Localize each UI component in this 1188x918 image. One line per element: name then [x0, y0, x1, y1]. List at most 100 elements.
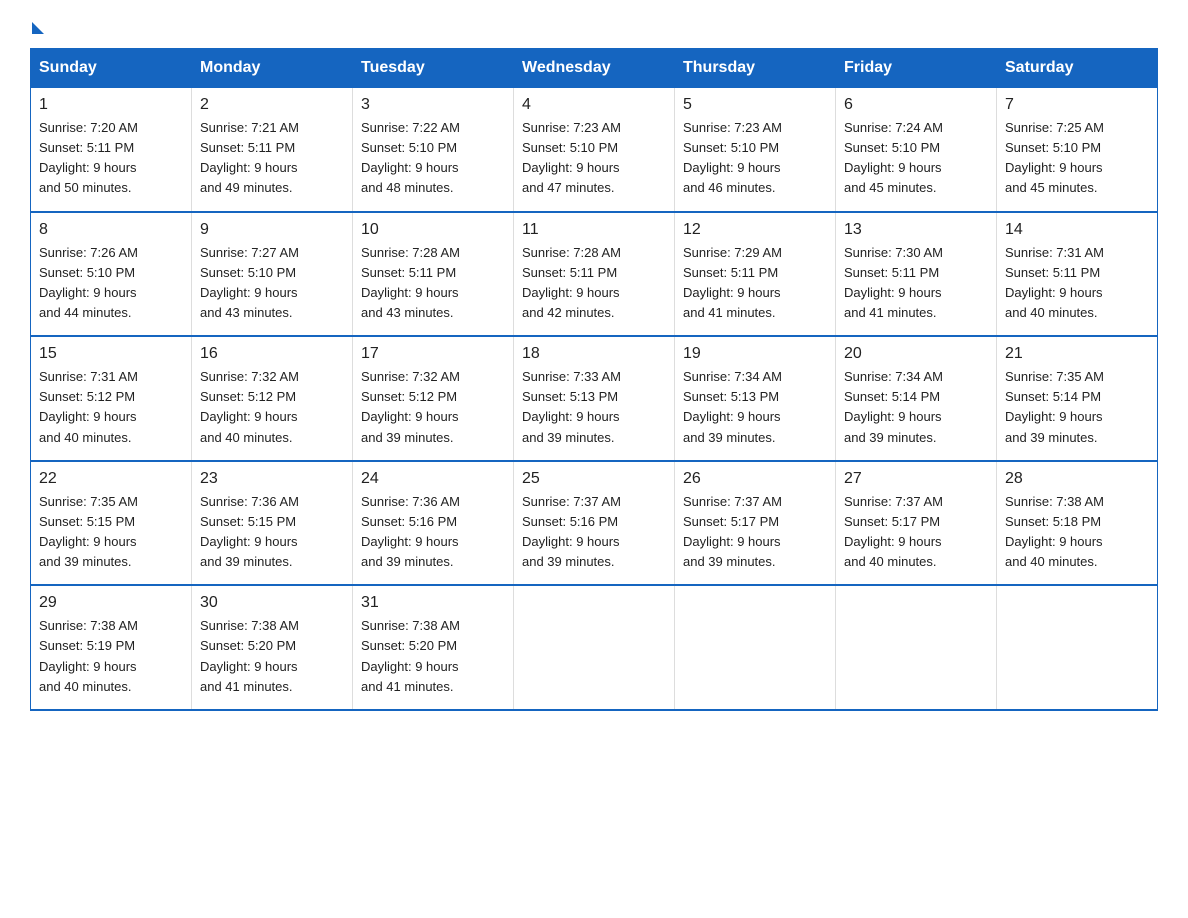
day-number: 7: [1005, 96, 1149, 114]
day-info: Sunrise: 7:23 AMSunset: 5:10 PMDaylight:…: [522, 118, 666, 199]
day-info: Sunrise: 7:22 AMSunset: 5:10 PMDaylight:…: [361, 118, 505, 199]
day-number: 17: [361, 345, 505, 363]
day-number: 26: [683, 470, 827, 488]
day-info: Sunrise: 7:32 AMSunset: 5:12 PMDaylight:…: [361, 367, 505, 448]
week-row-2: 8 Sunrise: 7:26 AMSunset: 5:10 PMDaylight…: [31, 212, 1158, 337]
day-cell: 7Sunrise: 7:25 AMSunset: 5:10 PMDaylight…: [997, 88, 1158, 212]
header-cell-saturday: Saturday: [997, 49, 1158, 88]
day-info: Sunrise: 7:28 AMSunset: 5:11 PMDaylight:…: [522, 243, 666, 324]
day-cell: 15 Sunrise: 7:31 AMSunset: 5:12 PMDayligh…: [31, 336, 192, 461]
header-row: SundayMondayTuesdayWednesdayThursdayFrid…: [31, 49, 1158, 88]
day-info: Sunrise: 7:37 AMSunset: 5:17 PMDaylight:…: [683, 492, 827, 573]
day-cell: 17 Sunrise: 7:32 AMSunset: 5:12 PMDayligh…: [353, 336, 514, 461]
day-info: Sunrise: 7:35 AMSunset: 5:14 PMDaylight:…: [1005, 367, 1149, 448]
day-number: 4: [522, 96, 666, 114]
day-cell: 13 Sunrise: 7:30 AMSunset: 5:11 PMDayligh…: [836, 212, 997, 337]
day-info: Sunrise: 7:24 AMSunset: 5:10 PMDaylight:…: [844, 118, 988, 199]
day-info: Sunrise: 7:38 AMSunset: 5:19 PMDaylight:…: [39, 616, 183, 697]
day-info: Sunrise: 7:31 AMSunset: 5:12 PMDaylight:…: [39, 367, 183, 448]
day-cell: 11 Sunrise: 7:28 AMSunset: 5:11 PMDayligh…: [514, 212, 675, 337]
day-number: 29: [39, 594, 183, 612]
day-cell: 19Sunrise: 7:34 AMSunset: 5:13 PMDayligh…: [675, 336, 836, 461]
day-number: 27: [844, 470, 988, 488]
day-number: 1: [39, 96, 183, 114]
day-cell: 6 Sunrise: 7:24 AMSunset: 5:10 PMDaylight…: [836, 88, 997, 212]
header-cell-monday: Monday: [192, 49, 353, 88]
day-cell: [675, 585, 836, 710]
day-cell: 18 Sunrise: 7:33 AMSunset: 5:13 PMDayligh…: [514, 336, 675, 461]
day-number: 14: [1005, 221, 1149, 239]
day-number: 31: [361, 594, 505, 612]
day-number: 24: [361, 470, 505, 488]
day-number: 6: [844, 96, 988, 114]
day-info: Sunrise: 7:31 AMSunset: 5:11 PMDaylight:…: [1005, 243, 1149, 324]
header-cell-thursday: Thursday: [675, 49, 836, 88]
calendar-header: SundayMondayTuesdayWednesdayThursdayFrid…: [31, 49, 1158, 88]
day-info: Sunrise: 7:34 AMSunset: 5:13 PMDaylight:…: [683, 367, 827, 448]
day-info: Sunrise: 7:32 AMSunset: 5:12 PMDaylight:…: [200, 367, 344, 448]
header-cell-tuesday: Tuesday: [353, 49, 514, 88]
day-info: Sunrise: 7:27 AMSunset: 5:10 PMDaylight:…: [200, 243, 344, 324]
day-cell: 2Sunrise: 7:21 AMSunset: 5:11 PMDaylight…: [192, 88, 353, 212]
day-cell: 21 Sunrise: 7:35 AMSunset: 5:14 PMDayligh…: [997, 336, 1158, 461]
day-cell: 30 Sunrise: 7:38 AMSunset: 5:20 PMDayligh…: [192, 585, 353, 710]
day-info: Sunrise: 7:23 AMSunset: 5:10 PMDaylight:…: [683, 118, 827, 199]
day-number: 16: [200, 345, 344, 363]
day-info: Sunrise: 7:34 AMSunset: 5:14 PMDaylight:…: [844, 367, 988, 448]
day-cell: [836, 585, 997, 710]
day-number: 8: [39, 221, 183, 239]
day-number: 9: [200, 221, 344, 239]
logo-arrow-icon: [32, 22, 44, 34]
day-number: 13: [844, 221, 988, 239]
day-info: Sunrise: 7:26 AMSunset: 5:10 PMDaylight:…: [39, 243, 183, 324]
day-info: Sunrise: 7:37 AMSunset: 5:17 PMDaylight:…: [844, 492, 988, 573]
day-number: 15: [39, 345, 183, 363]
day-info: Sunrise: 7:35 AMSunset: 5:15 PMDaylight:…: [39, 492, 183, 573]
header-cell-sunday: Sunday: [31, 49, 192, 88]
day-number: 11: [522, 221, 666, 239]
day-info: Sunrise: 7:33 AMSunset: 5:13 PMDaylight:…: [522, 367, 666, 448]
day-info: Sunrise: 7:38 AMSunset: 5:20 PMDaylight:…: [361, 616, 505, 697]
day-info: Sunrise: 7:30 AMSunset: 5:11 PMDaylight:…: [844, 243, 988, 324]
day-number: 20: [844, 345, 988, 363]
day-info: Sunrise: 7:29 AMSunset: 5:11 PMDaylight:…: [683, 243, 827, 324]
day-info: Sunrise: 7:36 AMSunset: 5:15 PMDaylight:…: [200, 492, 344, 573]
day-number: 21: [1005, 345, 1149, 363]
day-cell: 12 Sunrise: 7:29 AMSunset: 5:11 PMDayligh…: [675, 212, 836, 337]
day-cell: 31 Sunrise: 7:38 AMSunset: 5:20 PMDayligh…: [353, 585, 514, 710]
day-cell: 16 Sunrise: 7:32 AMSunset: 5:12 PMDayligh…: [192, 336, 353, 461]
day-cell: 1Sunrise: 7:20 AMSunset: 5:11 PMDaylight…: [31, 88, 192, 212]
day-number: 22: [39, 470, 183, 488]
day-number: 3: [361, 96, 505, 114]
day-number: 30: [200, 594, 344, 612]
day-number: 5: [683, 96, 827, 114]
page-header: [30, 20, 1158, 30]
day-number: 10: [361, 221, 505, 239]
day-cell: 25 Sunrise: 7:37 AMSunset: 5:16 PMDayligh…: [514, 461, 675, 586]
day-info: Sunrise: 7:28 AMSunset: 5:11 PMDaylight:…: [361, 243, 505, 324]
week-row-4: 22 Sunrise: 7:35 AMSunset: 5:15 PMDayligh…: [31, 461, 1158, 586]
day-info: Sunrise: 7:36 AMSunset: 5:16 PMDaylight:…: [361, 492, 505, 573]
day-cell: 29 Sunrise: 7:38 AMSunset: 5:19 PMDayligh…: [31, 585, 192, 710]
header-cell-friday: Friday: [836, 49, 997, 88]
day-cell: 26 Sunrise: 7:37 AMSunset: 5:17 PMDayligh…: [675, 461, 836, 586]
day-number: 12: [683, 221, 827, 239]
day-cell: 22 Sunrise: 7:35 AMSunset: 5:15 PMDayligh…: [31, 461, 192, 586]
day-number: 2: [200, 96, 344, 114]
day-info: Sunrise: 7:38 AMSunset: 5:20 PMDaylight:…: [200, 616, 344, 697]
day-cell: 9 Sunrise: 7:27 AMSunset: 5:10 PMDaylight…: [192, 212, 353, 337]
day-cell: 4 Sunrise: 7:23 AMSunset: 5:10 PMDaylight…: [514, 88, 675, 212]
week-row-5: 29 Sunrise: 7:38 AMSunset: 5:19 PMDayligh…: [31, 585, 1158, 710]
logo: [30, 20, 44, 30]
day-info: Sunrise: 7:37 AMSunset: 5:16 PMDaylight:…: [522, 492, 666, 573]
day-cell: [514, 585, 675, 710]
day-cell: 23Sunrise: 7:36 AMSunset: 5:15 PMDayligh…: [192, 461, 353, 586]
week-row-3: 15 Sunrise: 7:31 AMSunset: 5:12 PMDayligh…: [31, 336, 1158, 461]
week-row-1: 1Sunrise: 7:20 AMSunset: 5:11 PMDaylight…: [31, 88, 1158, 212]
day-number: 28: [1005, 470, 1149, 488]
day-number: 25: [522, 470, 666, 488]
day-number: 18: [522, 345, 666, 363]
day-cell: 24 Sunrise: 7:36 AMSunset: 5:16 PMDayligh…: [353, 461, 514, 586]
header-cell-wednesday: Wednesday: [514, 49, 675, 88]
day-cell: 27 Sunrise: 7:37 AMSunset: 5:17 PMDayligh…: [836, 461, 997, 586]
